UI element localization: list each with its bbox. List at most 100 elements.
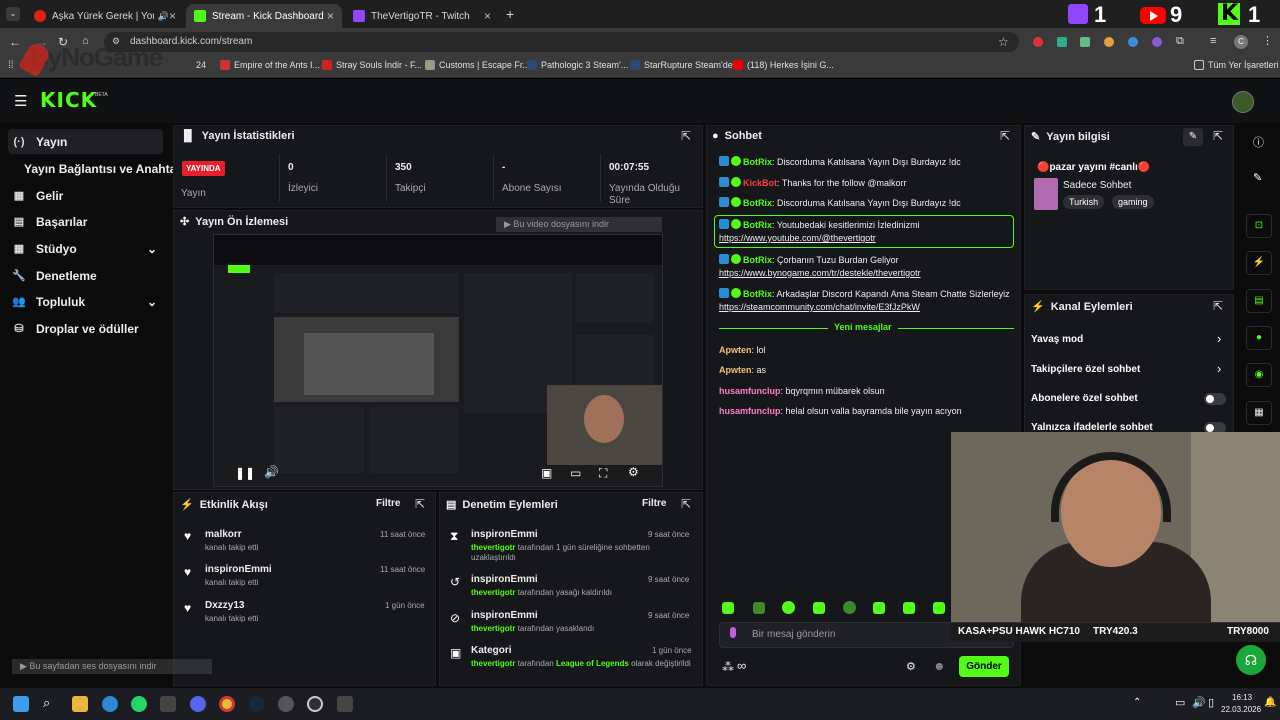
bookmark-item[interactable]: Stray Souls İndir - F... xyxy=(322,60,422,70)
tag[interactable]: Turkish xyxy=(1063,195,1105,209)
edge-icon[interactable] xyxy=(102,696,118,712)
app-icon[interactable] xyxy=(278,696,294,712)
popout-icon[interactable]: ⇱ xyxy=(681,497,691,511)
steam-icon[interactable] xyxy=(249,696,265,712)
battery-icon[interactable]: ▯ xyxy=(1208,696,1214,709)
activity-name[interactable]: Dxzzy13 xyxy=(205,600,244,611)
rail-grid-icon[interactable]: ▦ xyxy=(1246,401,1272,425)
windows-start-icon[interactable] xyxy=(13,696,29,712)
extension-icon-1[interactable] xyxy=(1033,37,1043,47)
help-button[interactable]: ☊ xyxy=(1236,645,1266,675)
close-icon[interactable]: × xyxy=(169,9,176,23)
chat-link[interactable]: https://www.bynogame.com/tr/destekle/the… xyxy=(719,268,921,278)
kick-logo[interactable]: KICK xyxy=(40,88,97,112)
user-avatar[interactable] xyxy=(1232,91,1254,113)
bookmark-partial[interactable]: 24 xyxy=(196,60,206,70)
chat-username[interactable]: BotRix xyxy=(743,220,772,230)
moderation-filter-button[interactable]: Filtre xyxy=(642,498,666,509)
emote-icon[interactable] xyxy=(933,602,945,614)
activity-filter-button[interactable]: Filtre xyxy=(376,498,400,509)
popout-icon[interactable]: ⇱ xyxy=(1213,129,1223,143)
discord-icon[interactable] xyxy=(190,696,206,712)
sidebar-item-studyo[interactable]: ▦ Stüdyo ⌄ xyxy=(8,236,163,261)
file-explorer-icon[interactable] xyxy=(72,696,88,712)
edit-icon[interactable]: ✎ xyxy=(1253,171,1262,184)
emote-icon[interactable] xyxy=(782,601,795,614)
emote-icon[interactable] xyxy=(813,602,825,614)
rail-bolt-icon[interactable]: ⚡ xyxy=(1246,251,1272,275)
obs-icon[interactable] xyxy=(307,696,323,712)
tab-search-button[interactable]: ⌄ xyxy=(6,7,20,21)
emote-icon[interactable] xyxy=(753,602,765,614)
page-audio-hint[interactable]: ▶ Bu sayfadan ses dosyasını indir xyxy=(12,659,212,674)
menu-icon[interactable]: ⋮ xyxy=(1262,34,1273,47)
tab-twitch[interactable]: TheVertigoTR - Twitch × xyxy=(345,4,499,28)
mod-actor[interactable]: thevertigotr xyxy=(471,543,515,552)
speaker-icon[interactable]: 🔊 xyxy=(1192,696,1206,709)
tab-youtube[interactable]: Aşka Yürek Gerek | YouTube 🔊 × xyxy=(26,4,184,28)
chat-username[interactable]: KickBot xyxy=(743,178,777,188)
volume-icon[interactable]: 🔊 xyxy=(264,465,279,479)
extension-icon-3[interactable] xyxy=(1080,37,1090,47)
rail-chat-icon[interactable]: ● xyxy=(1246,326,1272,350)
address-bar[interactable]: dashboard.kick.com/stream xyxy=(104,32,1019,52)
clock-date[interactable]: 22.03.2026 xyxy=(1221,705,1261,714)
chat-username[interactable]: BotRix xyxy=(743,157,772,167)
puzzle-icon[interactable]: ⧉ xyxy=(1176,35,1184,48)
bookmark-star-icon[interactable]: ☆ xyxy=(998,35,1009,49)
edit-button[interactable]: ✎ xyxy=(1183,128,1203,146)
followers-only-row[interactable]: Takipçilere özel sohbet xyxy=(1031,364,1140,375)
app-icon[interactable] xyxy=(337,696,353,712)
rail-layout-icon[interactable]: ⊡ xyxy=(1246,214,1272,238)
emote-icon[interactable] xyxy=(843,601,856,614)
activity-name[interactable]: malkorr xyxy=(205,529,242,540)
chat-username[interactable]: BotRix xyxy=(743,255,772,265)
info-icon[interactable]: ⓘ xyxy=(1253,134,1264,150)
emoji-icon[interactable]: ☻ xyxy=(933,659,946,673)
slow-mode-row[interactable]: Yavaş mod xyxy=(1031,334,1083,345)
tray-arrow-icon[interactable]: ⌃ xyxy=(1133,697,1141,708)
close-icon[interactable]: × xyxy=(327,9,334,23)
extension-icon-6[interactable] xyxy=(1152,37,1162,47)
popout-icon[interactable]: ⇱ xyxy=(415,497,425,511)
pause-icon[interactable]: ❚❚ xyxy=(235,466,255,480)
rail-broadcast-icon[interactable]: ◉ xyxy=(1246,363,1272,387)
bookmark-item[interactable]: Empire of the Ants I... xyxy=(220,60,320,70)
close-icon[interactable]: × xyxy=(484,9,491,23)
tab-kick-dashboard[interactable]: Stream - Kick Dashboard × xyxy=(186,4,342,28)
bookmark-item[interactable]: Pathologic 3 Steam'... xyxy=(527,60,628,70)
chrome-icon[interactable] xyxy=(219,696,235,712)
fullscreen-icon[interactable]: ⛶ xyxy=(599,466,607,481)
clock-time[interactable]: 16:13 xyxy=(1232,693,1252,702)
back-icon[interactable]: ← xyxy=(9,35,21,49)
chat-username[interactable]: husamfunclup xyxy=(719,406,781,416)
mod-name[interactable]: inspironEmmi xyxy=(471,529,538,540)
mod-name[interactable]: inspironEmmi xyxy=(471,610,538,621)
chat-settings-icon[interactable]: ⚙ xyxy=(906,660,916,673)
store-icon[interactable] xyxy=(160,696,176,712)
new-tab-button[interactable]: + xyxy=(506,6,514,22)
chat-username[interactable]: Apwten xyxy=(719,365,752,375)
sidebar-item-basarilar[interactable]: ▤ Başarılar xyxy=(8,209,163,234)
infinity-icon[interactable]: ∞ xyxy=(737,658,746,673)
extension-icon-4[interactable] xyxy=(1104,37,1114,47)
extension-icon-2[interactable] xyxy=(1057,37,1067,47)
tag[interactable]: gaming xyxy=(1112,195,1154,209)
mod-name[interactable]: inspironEmmi xyxy=(471,574,538,585)
theater-icon[interactable]: ▭ xyxy=(570,466,581,480)
bookmark-item[interactable]: Customs | Escape Fr... xyxy=(425,60,530,70)
bookmark-folder[interactable]: Tüm Yer İşaretleri xyxy=(1194,60,1279,70)
mod-actor[interactable]: thevertigotr xyxy=(471,659,515,668)
settings-icon[interactable]: ⚙ xyxy=(628,465,639,479)
notification-icon[interactable]: 🔔 xyxy=(1264,697,1276,708)
bookmark-item[interactable]: (118) Herkes İşini G... xyxy=(733,60,834,70)
category-name[interactable]: Sadece Sohbet xyxy=(1063,180,1131,191)
rail-document-icon[interactable]: ▤ xyxy=(1246,289,1272,313)
mod-category[interactable]: League of Legends xyxy=(556,659,629,668)
video-download-hint[interactable]: ▶ Bu video dosyasını indir xyxy=(496,217,662,232)
sidebar-item-gelir[interactable]: ▦ Gelir xyxy=(8,183,163,208)
subs-only-toggle[interactable] xyxy=(1204,393,1226,405)
sidebar-item-topluluk[interactable]: 👥 Topluluk ⌄ xyxy=(8,289,163,314)
send-button[interactable]: Gönder xyxy=(959,656,1009,677)
emote-icon[interactable] xyxy=(903,602,915,614)
